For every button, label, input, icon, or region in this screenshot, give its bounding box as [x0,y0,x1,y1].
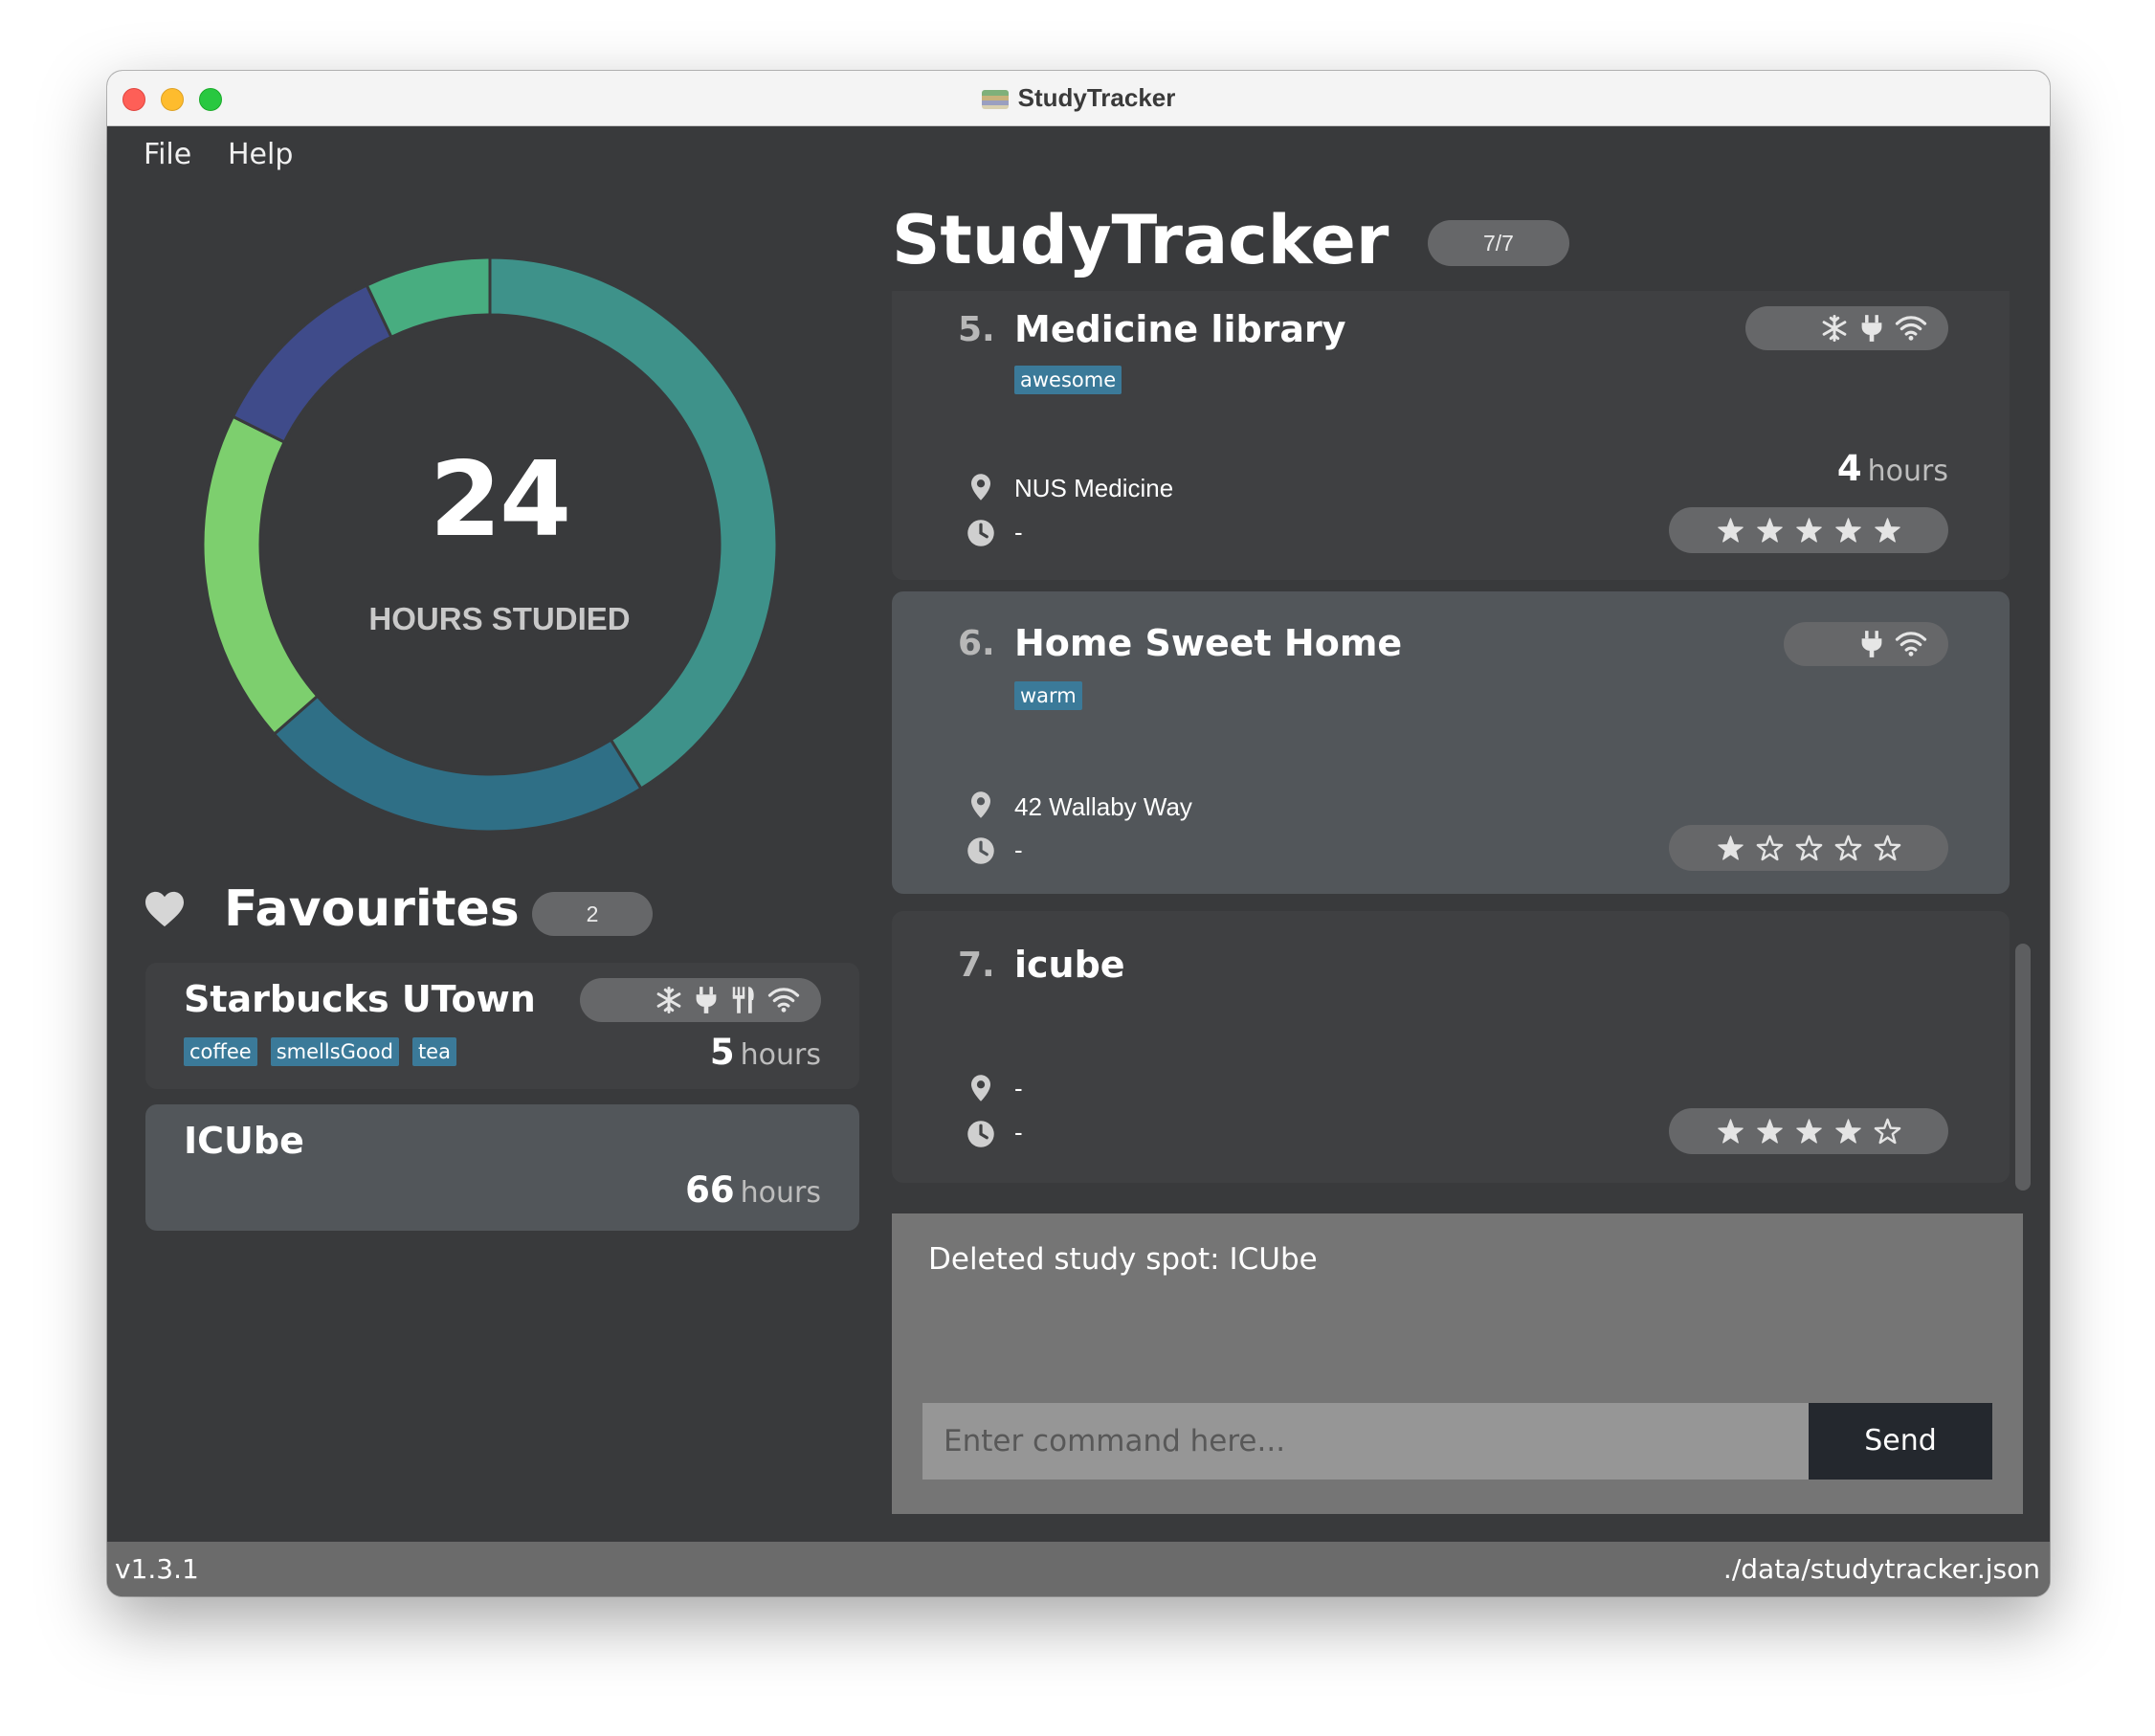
spot-index: 7. [958,946,995,985]
result-display: Deleted study spot: ICUbe Send [892,1213,2023,1514]
window-title: StudyTracker [107,83,2050,113]
star-filled-icon [1834,517,1861,543]
favourite-hours: 5 hours [710,1032,821,1073]
spot-name: icube [1014,944,1125,986]
status-bar: v1.3.1 ./data/studytracker.json [107,1542,2050,1596]
rating-stars [1669,1108,1948,1154]
spot-address: 42 Wallaby Way [1014,792,1192,821]
star-outline-icon [1834,835,1861,860]
donut-slice [231,283,394,445]
spot-index: 5. [958,310,995,349]
star-outline-icon [1756,835,1783,860]
result-message: Deleted study spot: ICUbe [928,1242,1318,1277]
spot-hours: 4 hours [1837,448,1948,489]
study-spot-list[interactable]: 5. Medicine library awesome NUS Medicine… [892,291,2029,1192]
donut-slice [365,256,492,340]
clock-icon [967,837,994,864]
list-item[interactable]: 7. icube - - [892,911,2010,1183]
amenities-badge [1745,306,1948,350]
menu-help[interactable]: Help [228,138,293,171]
plug-icon [1861,631,1882,657]
star-outline-icon [1874,835,1900,860]
star-filled-icon [1717,517,1744,543]
data-file-path: ./data/studytracker.json [1722,1553,2040,1585]
star-filled-icon [1874,517,1900,543]
tag: tea [411,1037,456,1066]
star-filled-icon [1717,1118,1744,1144]
spot-index: 6. [958,624,995,663]
star-filled-icon [1834,1118,1861,1144]
menu-bar: File Help [107,126,2050,180]
favourite-name: ICUbe [184,1120,304,1162]
wifi-icon [1895,316,1927,341]
spot-opening-hours: - [1014,835,1023,864]
snowflake-icon [656,987,681,1013]
spot-name: Medicine library [1014,308,1346,350]
amenities-badge [580,978,821,1022]
star-outline-icon [1874,1118,1900,1144]
favourites-title: Favourites [224,880,520,938]
command-input[interactable] [922,1403,1809,1480]
plug-icon [1861,315,1882,342]
spot-opening-hours: - [1014,518,1023,546]
location-pin-icon [971,1075,990,1102]
hours-value: 66 [685,1169,735,1211]
favourite-card[interactable]: Starbucks UTown coffee smellsGood tea 5 hou… [145,963,859,1089]
hours-value: 4 [1836,448,1862,489]
heart-icon [145,891,184,927]
spot-name: Home Sweet Home [1014,622,1403,664]
page-title: StudyTracker [892,201,1389,279]
location-pin-icon [971,791,990,818]
wifi-icon [767,988,800,1013]
list-item[interactable]: 5. Medicine library awesome NUS Medicine… [892,291,2010,580]
spot-count-badge: 7/7 [1428,220,1569,266]
star-outline-icon [1795,835,1822,860]
send-button[interactable]: Send [1809,1403,1992,1480]
star-filled-icon [1795,517,1822,543]
tag: awesome [1014,366,1122,394]
window-title-text: StudyTracker [1017,83,1176,112]
list-scrollbar[interactable] [2015,944,2031,1191]
star-filled-icon [1795,1118,1822,1144]
favourite-tags: coffee smellsGood tea [184,1037,470,1066]
clock-icon [967,1121,994,1147]
hours-unit: hours [740,1038,821,1072]
menu-file[interactable]: File [144,138,191,171]
tag: warm [1014,681,1082,710]
spot-address: NUS Medicine [1014,474,1174,502]
title-bar: StudyTracker [107,71,2050,126]
tag: coffee [184,1037,257,1066]
spot-opening-hours: - [1014,1118,1023,1146]
hours-unit: hours [1867,455,1948,488]
tag: smellsGood [270,1037,399,1066]
rating-stars [1669,507,1948,553]
star-filled-icon [1717,835,1744,860]
plug-icon [696,987,717,1013]
books-icon [981,90,1009,109]
total-hours-label: HOURS STUDIED [368,601,631,636]
donut-slice [272,694,643,834]
list-item[interactable]: 6. Home Sweet Home warm 42 Wallaby Way - [892,591,2010,894]
location-pin-icon [971,474,990,501]
star-filled-icon [1756,517,1783,543]
hours-value: 5 [709,1032,735,1073]
hours-unit: hours [740,1176,821,1210]
clock-icon [967,520,994,546]
snowflake-icon [1822,315,1847,342]
favourites-count-badge: 2 [532,892,653,936]
wifi-icon [1895,632,1927,657]
rating-stars [1669,825,1948,871]
favourite-name: Starbucks UTown [184,978,536,1020]
spot-tags: warm [1014,681,1096,710]
spot-tags: awesome [1014,366,1135,394]
app-window: StudyTracker File Help 24 HOURS STUDIED … [107,71,2050,1596]
utensils-icon [732,987,754,1013]
amenities-badge [1784,622,1948,666]
version-label: v1.3.1 [115,1553,199,1585]
total-hours-value: 24 [429,440,571,560]
star-filled-icon [1756,1118,1783,1144]
favourite-hours: 66 hours [685,1169,821,1211]
spot-address: - [1014,1074,1023,1102]
favourite-card[interactable]: ICUbe 66 hours [145,1104,859,1231]
